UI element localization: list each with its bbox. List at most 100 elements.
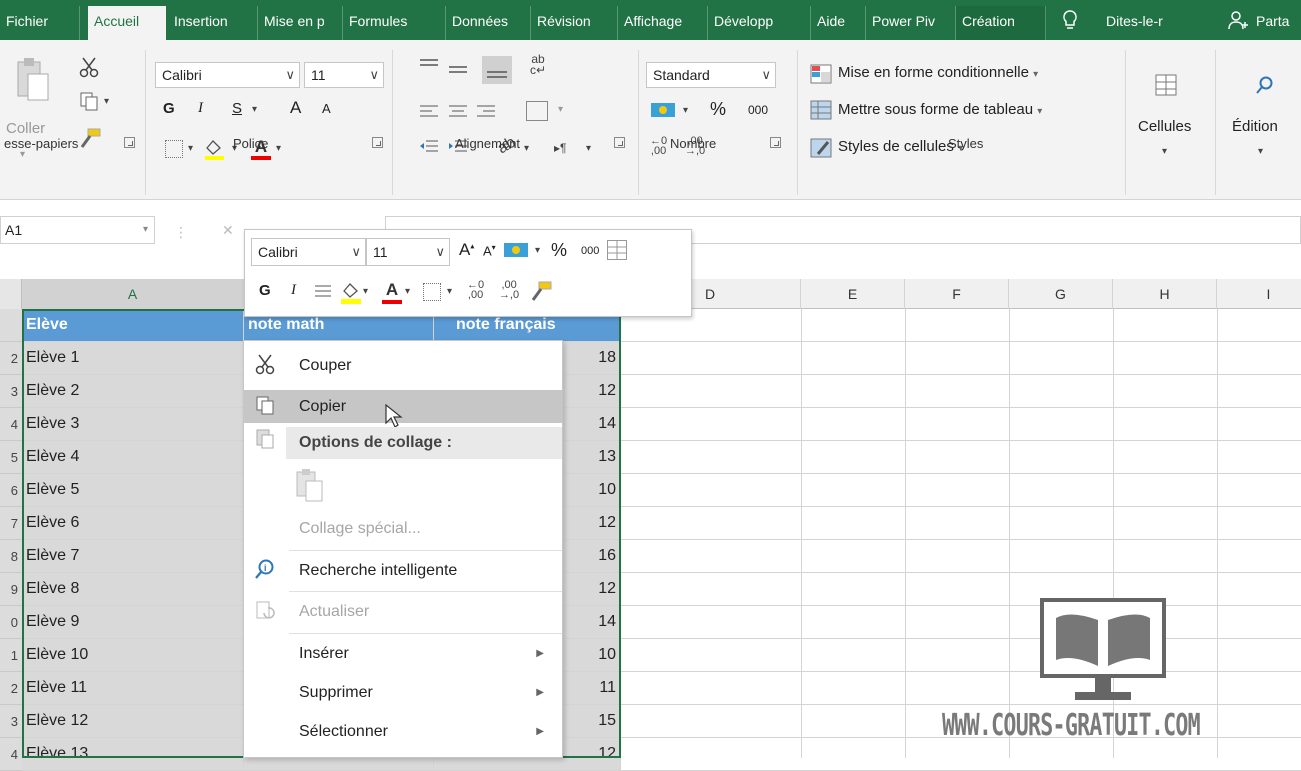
cell-student-name[interactable]: Elève 13 <box>22 738 244 771</box>
share-person-icon[interactable] <box>1228 10 1248 30</box>
align-right-icon[interactable] <box>475 103 497 121</box>
increase-decimal-icon[interactable]: ←0,00 <box>650 136 667 157</box>
cell-styles-icon[interactable] <box>810 138 832 158</box>
cell-student-name[interactable]: Elève 1 <box>22 342 244 375</box>
mini-percent-button[interactable]: % <box>551 240 567 261</box>
menu-item-cut[interactable]: Couper <box>244 349 562 382</box>
cell-student-name[interactable]: Elève 7 <box>22 540 244 573</box>
cell-student-name[interactable]: Elève 2 <box>22 375 244 408</box>
text-direction-icon[interactable]: ▸¶ <box>554 138 566 158</box>
mini-fill-dropdown-arrow[interactable]: ▾ <box>363 282 368 302</box>
column-header-f[interactable]: F <box>905 279 1009 309</box>
row-header[interactable]: 2 <box>0 672 22 705</box>
conditional-formatting-icon[interactable] <box>810 64 832 84</box>
mini-format-painter-icon[interactable] <box>529 280 553 302</box>
font-size-combo[interactable]: 11 ∨ <box>304 62 384 88</box>
italic-button[interactable]: I <box>198 100 203 117</box>
mini-bold-button[interactable]: G <box>259 282 271 299</box>
row-header[interactable]: 7 <box>0 507 22 540</box>
menu-item-select[interactable]: Sélectionner ▶ <box>244 715 562 748</box>
merge-center-icon[interactable] <box>526 101 548 121</box>
menu-item-smart-lookup[interactable]: i Recherche intelligente <box>244 554 562 587</box>
select-all-corner[interactable] <box>0 279 22 309</box>
search-icon[interactable] <box>1254 74 1276 96</box>
orientation-dropdown-arrow[interactable]: ▾ <box>524 139 529 159</box>
borders-dropdown-arrow[interactable]: ▾ <box>188 139 193 159</box>
clipboard-launcher[interactable] <box>124 137 135 148</box>
share-button[interactable]: Parta <box>1250 6 1301 40</box>
cells-button[interactable]: Cellules <box>1138 118 1191 135</box>
shrink-font-button[interactable]: A <box>322 101 331 116</box>
column-header-i[interactable]: I <box>1217 279 1301 309</box>
row-header[interactable]: 8 <box>0 540 22 573</box>
column-header-g[interactable]: G <box>1009 279 1113 309</box>
borders-icon[interactable] <box>165 140 183 158</box>
tell-me-box[interactable]: Dites-le-r <box>1100 6 1200 40</box>
tab-file[interactable]: Fichier <box>0 6 80 40</box>
column-header-h[interactable]: H <box>1113 279 1217 309</box>
cell-student-name[interactable]: Elève 11 <box>22 672 244 705</box>
wrap-text-icon[interactable]: ab c↵ <box>526 53 550 80</box>
mini-shrink-font-button[interactable]: A▾ <box>483 243 496 258</box>
copy-dropdown-arrow[interactable]: ▾ <box>104 92 109 112</box>
mini-font-color-dropdown-arrow[interactable]: ▾ <box>405 282 410 302</box>
tab-power-pivot[interactable]: Power Piv <box>866 6 956 40</box>
row-header[interactable]: 0 <box>0 606 22 639</box>
tab-developer[interactable]: Développ <box>708 6 811 40</box>
menu-item-delete[interactable]: Supprimer ▶ <box>244 676 562 709</box>
cut-icon[interactable] <box>78 56 100 78</box>
mini-thousands-button[interactable]: 000 <box>581 245 599 257</box>
cell-student-name[interactable]: Elève 3 <box>22 408 244 441</box>
row-header[interactable]: 9 <box>0 573 22 606</box>
font-color-dropdown-arrow[interactable]: ▾ <box>276 139 281 159</box>
tab-page-layout[interactable]: Mise en p <box>258 6 343 40</box>
mini-decrease-decimal-icon[interactable]: ,00 →,0 <box>499 280 519 301</box>
row-header[interactable] <box>0 309 22 342</box>
mini-format-cells-icon[interactable] <box>607 240 627 260</box>
align-left-icon[interactable] <box>418 103 440 121</box>
cell-student-name[interactable]: Elève 12 <box>22 705 244 738</box>
align-middle-icon[interactable] <box>447 60 469 78</box>
cell-styles-button[interactable]: Styles de cellules ▾ <box>838 138 963 155</box>
merge-dropdown-arrow[interactable]: ▾ <box>558 100 563 120</box>
cells-icon[interactable] <box>1155 74 1177 96</box>
align-top-icon[interactable] <box>418 57 440 75</box>
align-center-icon[interactable] <box>447 103 469 121</box>
column-header-e[interactable]: E <box>801 279 905 309</box>
mini-currency-icon[interactable] <box>503 240 529 260</box>
tab-data[interactable]: Données <box>446 6 531 40</box>
mini-fill-color-icon[interactable] <box>339 280 363 304</box>
tab-view[interactable]: Affichage <box>618 6 708 40</box>
tab-formulas[interactable]: Formules <box>343 6 446 40</box>
row-header[interactable]: 4 <box>0 738 22 771</box>
currency-icon[interactable] <box>650 100 676 120</box>
mini-font-color-icon[interactable]: A <box>381 280 403 304</box>
thousands-button[interactable]: 000 <box>748 103 768 117</box>
number-launcher[interactable] <box>770 137 781 148</box>
font-launcher[interactable] <box>372 137 383 148</box>
cell-student-name[interactable]: Elève 6 <box>22 507 244 540</box>
cell-student-name[interactable]: Elève 8 <box>22 573 244 606</box>
tab-review[interactable]: Révision <box>531 6 618 40</box>
cell-student-name[interactable]: Elève 5 <box>22 474 244 507</box>
font-name-combo[interactable]: Calibri ∨ <box>155 62 300 88</box>
tab-home[interactable]: Accueil <box>88 6 166 40</box>
cell-student-name[interactable]: Elève 10 <box>22 639 244 672</box>
paste-button[interactable] <box>14 54 50 114</box>
format-as-table-icon[interactable] <box>810 100 832 120</box>
alignment-launcher[interactable] <box>614 137 625 148</box>
mini-font-combo[interactable]: Calibri ∨ <box>251 238 366 266</box>
underline-button[interactable]: S <box>232 100 242 117</box>
row-header[interactable]: 1 <box>0 639 22 672</box>
cancel-icon[interactable]: ✕ <box>222 222 234 239</box>
mini-grow-font-button[interactable]: A▴ <box>459 240 474 260</box>
menu-item-insert[interactable]: Insérer ▶ <box>244 637 562 670</box>
bold-button[interactable]: G <box>163 100 175 117</box>
percent-button[interactable]: % <box>710 99 726 120</box>
cells-dropdown-arrow[interactable]: ▾ <box>1162 142 1167 162</box>
mini-size-combo[interactable]: 11 ∨ <box>366 238 450 266</box>
number-format-combo[interactable]: Standard ∨ <box>646 62 776 88</box>
mini-currency-dropdown-arrow[interactable]: ▾ <box>535 241 540 261</box>
fill-color-icon[interactable] <box>203 138 225 160</box>
tab-insert[interactable]: Insertion <box>168 6 258 40</box>
